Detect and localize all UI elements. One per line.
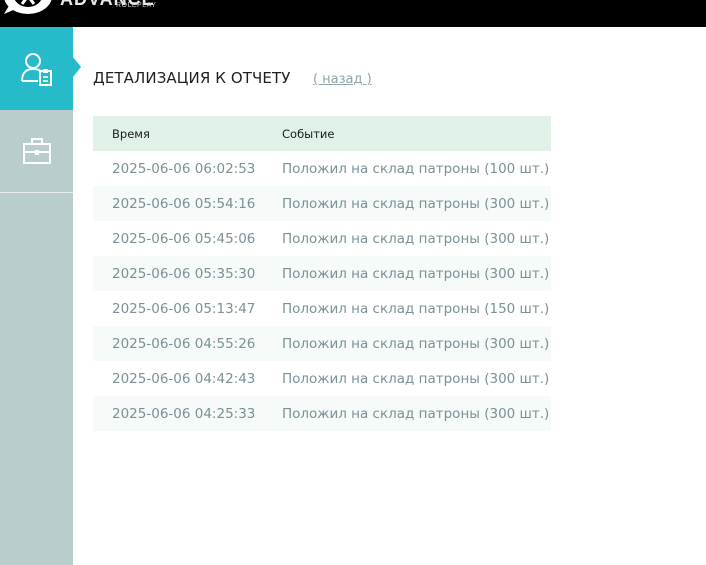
cell-event: Положил на склад патроны (300 шт.) xyxy=(282,265,550,282)
cell-time: 2025-06-06 04:55:26 xyxy=(112,335,256,352)
sidebar-item-briefcase[interactable] xyxy=(0,110,73,193)
back-link[interactable]: ( назад ) xyxy=(313,72,372,87)
table-row: 2025-06-06 05:54:16 Положил на склад пат… xyxy=(93,186,551,221)
cell-time: 2025-06-06 05:54:16 xyxy=(112,195,256,212)
cell-event: Положил на склад патроны (150 шт.) xyxy=(282,300,550,317)
page-title: ДЕТАЛИЗАЦИЯ К ОТЧЕТУ xyxy=(93,69,291,87)
cell-event: Положил на склад патроны (300 шт.) xyxy=(282,405,550,422)
table-row: 2025-06-06 05:45:06 Положил на склад пат… xyxy=(93,221,551,256)
cell-time: 2025-06-06 05:13:47 xyxy=(112,300,256,317)
cell-time: 2025-06-06 05:45:06 xyxy=(112,230,256,247)
cell-time: 2025-06-06 04:42:43 xyxy=(112,370,256,387)
sidebar xyxy=(0,27,81,565)
cell-event: Положил на склад патроны (100 шт.) xyxy=(282,160,550,177)
sidebar-item-profile[interactable] xyxy=(0,27,81,110)
table-row: 2025-06-06 04:55:26 Положил на склад пат… xyxy=(93,326,551,361)
cell-time: 2025-06-06 04:25:33 xyxy=(112,405,256,422)
report-table: Время Событие 2025-06-06 06:02:53 Положи… xyxy=(93,116,551,431)
table-row: 2025-06-06 04:42:43 Положил на склад пат… xyxy=(93,361,551,396)
table-row: 2025-06-06 04:25:33 Положил на склад пат… xyxy=(93,396,551,431)
cell-event: Положил на склад патроны (300 шт.) xyxy=(282,370,550,387)
cell-event: Положил на склад патроны (300 шт.) xyxy=(282,230,550,247)
briefcase-icon xyxy=(22,138,51,164)
table-header-row: Время Событие xyxy=(93,116,551,151)
user-clipboard-icon xyxy=(20,52,52,86)
table-row: 2025-06-06 05:13:47 Положил на склад пат… xyxy=(93,291,551,326)
top-bar: ADVANCE ROLEPLAY xyxy=(0,0,706,27)
table-row: 2025-06-06 05:35:30 Положил на склад пат… xyxy=(93,256,551,291)
cell-time: 2025-06-06 05:35:30 xyxy=(112,265,256,282)
heading-row: ДЕТАЛИЗАЦИЯ К ОТЧЕТУ ( назад ) xyxy=(93,69,493,88)
cell-time: 2025-06-06 06:02:53 xyxy=(112,160,256,177)
logo-subtext: ROLEPLAY xyxy=(116,2,157,9)
cell-event: Положил на склад патроны (300 шт.) xyxy=(282,335,550,352)
column-header-time: Время xyxy=(112,126,150,141)
cell-event: Положил на склад патроны (300 шт.) xyxy=(282,195,550,212)
table-row: 2025-06-06 06:02:53 Положил на склад пат… xyxy=(93,151,551,186)
column-header-event: Событие xyxy=(282,126,335,141)
